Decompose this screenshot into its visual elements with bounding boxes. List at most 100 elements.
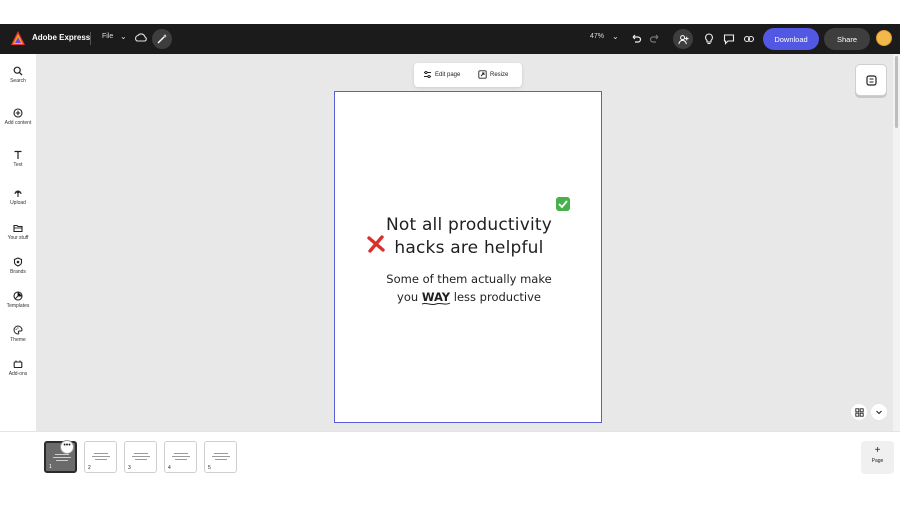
headline-text[interactable]: Not all productivity hacks are helpful <box>335 214 603 260</box>
templates-icon <box>13 291 23 301</box>
left-sidebar: Search Add content Text Upload Your stuf… <box>0 54 36 484</box>
artboard-page[interactable]: Not all productivity hacks are helpful S… <box>334 91 602 423</box>
layers-button[interactable] <box>855 64 887 96</box>
brand-icon <box>13 257 23 267</box>
subheading-text[interactable]: Some of them actually make you WAY less … <box>335 270 603 306</box>
page-options-menu[interactable]: ••• <box>60 440 74 454</box>
add-page-label: Page <box>871 458 884 464</box>
lightbulb-button[interactable] <box>701 31 717 47</box>
sidebar-item-label: Add-ons <box>8 371 28 377</box>
layers-icon <box>865 74 877 86</box>
file-menu[interactable]: File <box>102 33 113 40</box>
comments-button[interactable] <box>721 31 737 47</box>
folder-icon <box>13 224 23 233</box>
download-button[interactable]: Download <box>763 28 819 50</box>
redo-icon <box>649 34 659 43</box>
chevron-down-icon <box>876 410 882 415</box>
page-thumbnail[interactable]: ••• 1 <box>44 440 77 473</box>
resize-button[interactable]: Resize <box>478 70 508 79</box>
resize-icon <box>478 70 487 79</box>
thumbnail-preview <box>210 451 232 462</box>
underline-squiggle-icon <box>421 302 451 306</box>
plugin-icon <box>743 35 755 43</box>
subheading-fragment: you <box>397 290 422 304</box>
thumbnail-preview <box>130 451 152 462</box>
window-top-strip <box>0 0 900 24</box>
sidebar-item-upload[interactable]: Upload <box>0 188 36 206</box>
top-toolbar: Adobe Express File ⌄ 47% ⌄ Download Shar… <box>0 24 900 54</box>
plugins-button[interactable] <box>741 31 757 47</box>
grid-icon <box>854 407 864 417</box>
headline-line: hacks are helpful <box>394 238 544 258</box>
sliders-icon <box>424 70 431 79</box>
page-thumbnail[interactable]: 5 <box>204 441 237 473</box>
app-name: Adobe Express <box>32 33 91 42</box>
sidebar-item-label: Brands <box>10 269 26 275</box>
sidebar-item-add-content[interactable]: Add content <box>0 108 36 126</box>
quick-actions-button[interactable] <box>152 29 172 49</box>
sidebar-item-label: Theme <box>10 337 26 343</box>
text-icon <box>14 150 22 159</box>
thumbnail-preview <box>90 451 112 462</box>
sidebar-item-label: Search <box>10 78 26 84</box>
search-icon <box>13 66 23 76</box>
pages-panel: ••• 1 2 3 4 5 + Page <box>0 431 900 483</box>
user-avatar[interactable] <box>876 30 892 46</box>
undo-icon <box>632 34 642 43</box>
zoom-chevron-down-icon[interactable]: ⌄ <box>612 32 619 41</box>
undo-button[interactable] <box>628 31 644 47</box>
page-number: 5 <box>208 465 211 471</box>
toolbar-divider <box>90 32 91 45</box>
plus-circle-icon <box>13 108 23 118</box>
subheading-line: you WAY less productive <box>335 288 603 306</box>
subheading-fragment: less productive <box>450 290 541 304</box>
green-checkmark-icon[interactable] <box>555 196 571 212</box>
page-toolbar: Edit page Resize <box>414 63 522 87</box>
cloud-sync-icon[interactable] <box>134 31 148 45</box>
zoom-level[interactable]: 47% <box>590 33 604 40</box>
sidebar-item-label: Your stuff <box>7 235 29 241</box>
plus-icon: + <box>874 445 881 456</box>
magic-wand-icon <box>157 34 167 44</box>
page-thumbnail[interactable]: 2 <box>84 441 117 473</box>
edit-page-button[interactable]: Edit page <box>423 70 460 79</box>
share-button[interactable]: Share <box>824 28 870 50</box>
edit-page-label: Edit page <box>435 71 461 78</box>
grid-view-button[interactable] <box>851 404 867 420</box>
page-thumbnail[interactable]: 3 <box>124 441 157 473</box>
chevron-down-icon[interactable]: ⌄ <box>120 32 127 41</box>
sidebar-item-text[interactable]: Text <box>0 150 36 168</box>
add-page-button[interactable]: + Page <box>861 441 894 474</box>
scrollbar-thumb[interactable] <box>895 56 898 128</box>
redo-button[interactable] <box>647 31 663 47</box>
thumbnail-preview <box>170 451 192 462</box>
page-number: 2 <box>88 465 91 471</box>
page-number: 1 <box>49 464 52 470</box>
sidebar-item-label: Upload <box>10 200 26 206</box>
palette-icon <box>13 325 23 335</box>
sidebar-item-theme[interactable]: Theme <box>0 325 36 343</box>
sidebar-item-add-ons[interactable]: Add-ons <box>0 359 36 377</box>
page-number: 3 <box>128 465 131 471</box>
add-person-icon <box>677 34 689 44</box>
lightbulb-icon <box>705 33 713 45</box>
page-thumbnail[interactable]: 4 <box>164 441 197 473</box>
addons-icon <box>13 360 23 369</box>
sidebar-item-templates[interactable]: Templates <box>0 291 36 309</box>
comment-icon <box>723 34 735 45</box>
upload-icon <box>14 190 22 197</box>
sidebar-item-search[interactable]: Search <box>0 66 36 84</box>
sidebar-item-label: Templates <box>6 303 30 309</box>
adobe-express-logo-icon[interactable] <box>11 31 25 45</box>
thumbnail-preview <box>51 452 73 463</box>
page-number: 4 <box>168 465 171 471</box>
sidebar-item-label: Text <box>13 162 23 168</box>
sidebar-item-your-stuff[interactable]: Your stuff <box>0 223 36 241</box>
sidebar-item-brands[interactable]: Brands <box>0 257 36 275</box>
headline-line: Not all productivity <box>385 215 553 235</box>
resize-label: Resize <box>490 71 509 78</box>
invite-collaborators-button[interactable] <box>673 29 693 49</box>
subheading-line: Some of them actually make <box>386 272 552 286</box>
collapse-pages-button[interactable] <box>871 404 887 420</box>
sidebar-item-label: Add content <box>4 120 32 126</box>
